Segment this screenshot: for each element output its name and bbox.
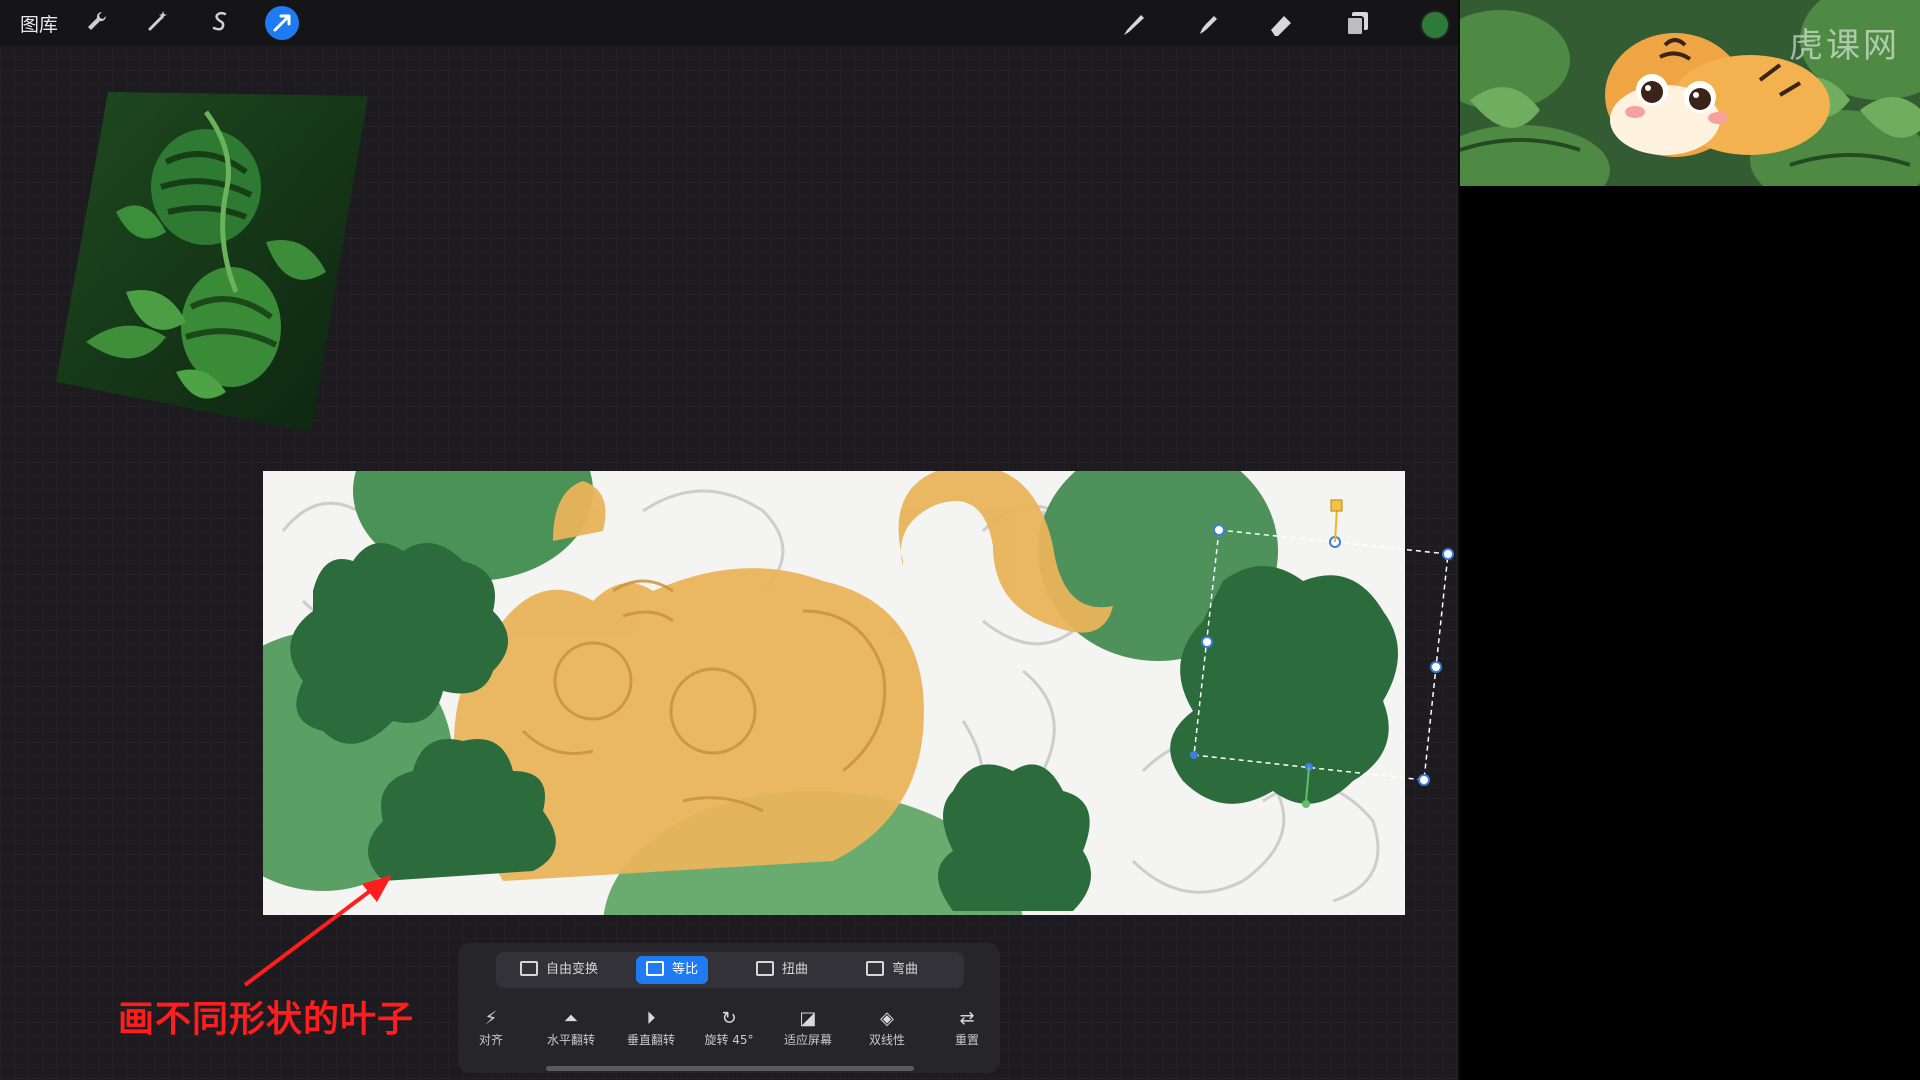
layers-icon[interactable] xyxy=(1342,8,1374,40)
watermark-text: 虎课网 xyxy=(1789,26,1900,66)
bilinear-icon: ◈ xyxy=(880,1008,894,1029)
reset-button[interactable]: ⇄ 重置 xyxy=(934,1007,1000,1048)
top-toolbar: 图库 xyxy=(0,0,1460,46)
brush-icon[interactable] xyxy=(1118,8,1150,40)
reset-icon: ⇄ xyxy=(959,1008,975,1029)
color-picker-button[interactable] xyxy=(1420,10,1450,40)
gallery-button[interactable]: 图库 xyxy=(20,10,58,37)
eraser-icon[interactable] xyxy=(1266,8,1298,40)
finished-artwork-preview: 虎课网 xyxy=(1460,0,1920,186)
wrench-icon[interactable] xyxy=(82,8,112,38)
procreate-app: 图库 画不同形状的叶子 自由变换 等比 扭曲 弯曲 ⚡ 对齐 ⏶ 水平翻转 ⏵ … xyxy=(0,0,1460,1080)
free-transform-icon xyxy=(520,961,538,976)
uniform-icon xyxy=(646,961,664,976)
smudge-icon[interactable] xyxy=(1192,8,1224,40)
mode-distort[interactable]: 扭曲 xyxy=(746,956,818,984)
rotate-icon: ↻ xyxy=(721,1008,737,1029)
distort-icon xyxy=(756,961,774,976)
reference-image[interactable] xyxy=(56,92,368,432)
flip-horizontal-button[interactable]: ⏶ 水平翻转 xyxy=(538,1007,604,1048)
transform-toolbar: 自由变换 等比 扭曲 弯曲 ⚡ 对齐 ⏶ 水平翻转 ⏵ 垂直翻转 ↻ 旋转 45° ◪ 适… xyxy=(458,943,1000,1073)
rotate-45-button[interactable]: ↻ 旋转 45° xyxy=(696,1007,762,1048)
warp-icon xyxy=(866,961,884,976)
black-side-panel xyxy=(1460,186,1920,1080)
flip-horizontal-icon: ⏶ xyxy=(563,1008,579,1029)
home-indicator xyxy=(546,1066,914,1071)
drawing-canvas[interactable] xyxy=(263,471,1405,915)
bilinear-button[interactable]: ◈ 双线性 xyxy=(854,1007,920,1048)
transform-arrow-icon[interactable] xyxy=(265,6,299,40)
mode-warp[interactable]: 弯曲 xyxy=(856,956,928,984)
fit-screen-button[interactable]: ◪ 适应屏幕 xyxy=(775,1007,841,1048)
transform-mode-selector: 自由变换 等比 扭曲 弯曲 xyxy=(496,952,964,988)
fit-screen-icon: ◪ xyxy=(799,1008,817,1029)
mode-uniform[interactable]: 等比 xyxy=(636,956,709,984)
magic-wand-icon[interactable] xyxy=(143,8,173,38)
snap-button[interactable]: ⚡ 对齐 xyxy=(458,1007,524,1048)
annotation-caption: 画不同形状的叶子 xyxy=(118,999,415,1040)
flip-vertical-button[interactable]: ⏵ 垂直翻转 xyxy=(618,1007,684,1048)
flip-vertical-icon: ⏵ xyxy=(646,1008,656,1029)
selection-s-icon[interactable] xyxy=(205,8,235,38)
snap-icon: ⚡ xyxy=(484,1008,498,1029)
mode-free-transform[interactable]: 自由变换 xyxy=(510,956,608,984)
